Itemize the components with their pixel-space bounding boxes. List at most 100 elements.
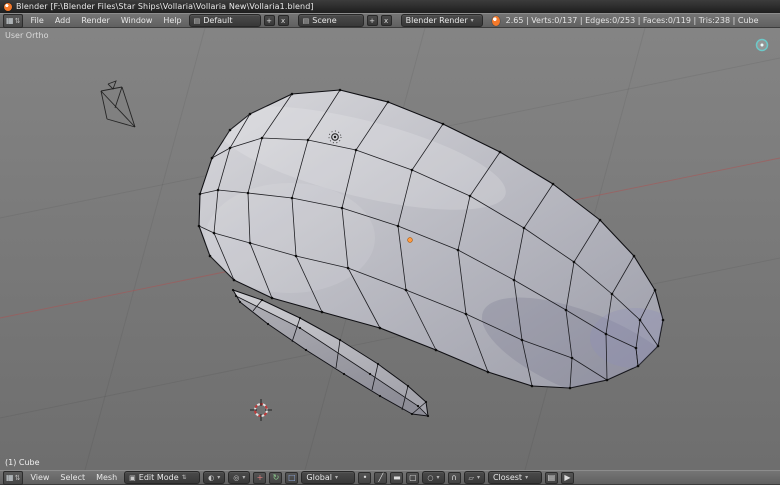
mesh-vertex[interactable] bbox=[239, 301, 241, 303]
mesh-vertex[interactable] bbox=[217, 189, 220, 192]
mesh-vertex[interactable] bbox=[295, 255, 298, 258]
mesh-vertex[interactable] bbox=[657, 345, 660, 348]
mesh-vertex[interactable] bbox=[267, 323, 269, 325]
pivot-point-selector[interactable]: ◎ ▾ bbox=[228, 471, 250, 484]
mesh-vertex[interactable] bbox=[291, 197, 294, 200]
mesh-vertex[interactable] bbox=[465, 313, 468, 316]
mode-selector[interactable]: ▣ Edit Mode ⇅ bbox=[124, 471, 200, 484]
cursor-3d[interactable] bbox=[250, 399, 272, 421]
mesh-vertex[interactable] bbox=[341, 207, 344, 210]
menu-file[interactable]: File bbox=[26, 16, 47, 25]
mesh-vertex[interactable] bbox=[199, 193, 202, 196]
mesh-vertex[interactable] bbox=[247, 192, 250, 195]
mesh-vertex[interactable] bbox=[235, 295, 237, 297]
mesh-vertex[interactable] bbox=[469, 195, 472, 198]
mesh-vertex[interactable] bbox=[499, 151, 502, 154]
menu-render[interactable]: Render bbox=[77, 16, 113, 25]
menu-help[interactable]: Help bbox=[159, 16, 185, 25]
rotate-manipulator-button[interactable]: ↻ bbox=[269, 472, 282, 484]
mesh-vertex[interactable] bbox=[233, 279, 236, 282]
add-scene-button[interactable]: + bbox=[367, 15, 378, 26]
camera-object[interactable] bbox=[108, 81, 116, 89]
viewport-scene[interactable] bbox=[0, 28, 780, 470]
mesh-vertex[interactable] bbox=[232, 289, 234, 291]
mesh-vertex[interactable] bbox=[405, 289, 408, 292]
scale-manipulator-button[interactable]: □ bbox=[285, 472, 298, 484]
vertex-select-button[interactable]: • bbox=[358, 472, 371, 484]
opengl-render-button[interactable]: ▤ bbox=[545, 472, 558, 484]
editor-type-button-3dview[interactable]: ▦ ⇅ bbox=[3, 471, 23, 485]
mesh-vertex[interactable] bbox=[411, 413, 413, 415]
scene-selector[interactable]: ▤ Scene bbox=[298, 14, 364, 27]
mesh-vertex[interactable] bbox=[339, 89, 342, 92]
mesh-vertex[interactable] bbox=[552, 183, 555, 186]
add-screen-button[interactable]: + bbox=[264, 15, 275, 26]
mesh-vertex[interactable] bbox=[425, 401, 427, 403]
object-origin-dot[interactable] bbox=[408, 238, 413, 243]
snap-element-selector[interactable]: ▱ ▾ bbox=[464, 471, 485, 484]
mesh-vertex[interactable] bbox=[606, 379, 609, 382]
mesh-vertex[interactable] bbox=[299, 327, 301, 329]
mesh-vertex[interactable] bbox=[249, 113, 252, 116]
viewport-shading-selector[interactable]: ◐ ▾ bbox=[203, 471, 225, 484]
mesh-vertex[interactable] bbox=[261, 137, 264, 140]
mesh-vertex[interactable] bbox=[209, 255, 212, 258]
close-screen-button[interactable]: x bbox=[278, 15, 289, 26]
camera-object[interactable] bbox=[122, 87, 135, 127]
mesh-vertex[interactable] bbox=[387, 101, 390, 104]
mesh-vertex[interactable] bbox=[513, 279, 516, 282]
mesh-vertex[interactable] bbox=[523, 227, 526, 230]
menu-add[interactable]: Add bbox=[51, 16, 75, 25]
mesh-vertex[interactable] bbox=[573, 261, 576, 264]
mesh-vertex[interactable] bbox=[435, 349, 438, 352]
mesh-vertex[interactable] bbox=[343, 373, 345, 375]
mesh-vertex[interactable] bbox=[662, 319, 665, 322]
mesh-vertex[interactable] bbox=[605, 333, 608, 336]
snap-toggle-button[interactable]: ∩ bbox=[448, 472, 461, 484]
mesh-vertex[interactable] bbox=[305, 349, 307, 351]
mesh-vertex[interactable] bbox=[229, 147, 232, 150]
mesh-vertex[interactable] bbox=[299, 317, 301, 319]
mesh-vertex[interactable] bbox=[565, 309, 568, 312]
mesh-vertex[interactable] bbox=[637, 365, 640, 368]
mesh-vertex[interactable] bbox=[397, 225, 400, 228]
mesh-vertex[interactable] bbox=[442, 123, 445, 126]
mesh-vertex[interactable] bbox=[261, 299, 263, 301]
mesh-vertex[interactable] bbox=[198, 225, 201, 228]
mesh-vertex[interactable] bbox=[347, 267, 350, 270]
mesh-vertex[interactable] bbox=[377, 363, 379, 365]
menu-view[interactable]: View bbox=[26, 473, 53, 482]
mesh-vertex[interactable] bbox=[339, 339, 341, 341]
transform-orientation-selector[interactable]: Global ▾ bbox=[301, 471, 355, 484]
occlude-geometry-button[interactable]: ▢ bbox=[406, 472, 419, 484]
mesh-vertex[interactable] bbox=[571, 357, 574, 360]
mesh-vertex[interactable] bbox=[211, 157, 214, 160]
mesh-vertex[interactable] bbox=[639, 319, 642, 322]
mesh-vertex[interactable] bbox=[321, 311, 324, 314]
camera-object[interactable] bbox=[101, 91, 135, 127]
mesh-vertex[interactable] bbox=[531, 385, 534, 388]
opengl-render-anim-button[interactable]: ▶ bbox=[561, 472, 574, 484]
menu-window[interactable]: Window bbox=[117, 16, 157, 25]
camera-object[interactable] bbox=[101, 91, 107, 119]
menu-select[interactable]: Select bbox=[56, 473, 89, 482]
close-scene-button[interactable]: x bbox=[381, 15, 392, 26]
mesh-vertex[interactable] bbox=[427, 415, 429, 417]
mesh-vertex[interactable] bbox=[521, 339, 524, 342]
mesh-vertex[interactable] bbox=[599, 219, 602, 222]
mesh-vertex[interactable] bbox=[633, 255, 636, 258]
mesh-vertex[interactable] bbox=[654, 289, 657, 292]
mesh-vertex[interactable] bbox=[379, 395, 381, 397]
camera-object[interactable] bbox=[115, 87, 122, 108]
mesh-vertex[interactable] bbox=[369, 373, 371, 375]
mesh-vertex[interactable] bbox=[355, 149, 358, 152]
mesh-vertex[interactable] bbox=[291, 93, 294, 96]
mesh-vertex[interactable] bbox=[417, 405, 419, 407]
render-engine-selector[interactable]: Blender Render ▾ bbox=[401, 14, 483, 27]
mesh-vertex[interactable] bbox=[569, 387, 572, 390]
window-titlebar[interactable]: Blender [F:\Blender Files\Star Ships\Vol… bbox=[0, 0, 780, 13]
face-select-button[interactable]: ▬ bbox=[390, 472, 403, 484]
mesh-vertex[interactable] bbox=[271, 297, 274, 300]
mesh-vertex[interactable] bbox=[457, 249, 460, 252]
mesh-vertex[interactable] bbox=[213, 232, 216, 235]
